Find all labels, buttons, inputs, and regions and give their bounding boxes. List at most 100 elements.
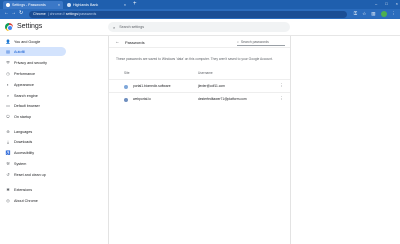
settings-sidebar: 👤 You and Google ▤ Autofill ⛨ Privacy and s…: [0, 36, 104, 244]
reset-icon: ↺: [6, 172, 10, 177]
sidebar-item-system[interactable]: ⚒ System: [0, 159, 66, 168]
sidebar-item-label: Extensions: [14, 187, 33, 192]
sidebar-item-autofill[interactable]: ▤ Autofill: [0, 47, 66, 56]
passwords-title: Passwords: [125, 39, 145, 45]
sidebar-item-performance[interactable]: ◷ Performance: [0, 69, 66, 78]
window-controls: – □ ×: [375, 1, 398, 6]
browser-toolbar: ← → ↻ Chrome | chrome:// settings /passw…: [0, 9, 400, 19]
sidebar-item-label: About Chrome: [14, 198, 38, 203]
settings-header: Settings ⌕ Search settings: [0, 19, 400, 36]
new-tab-button[interactable]: +: [133, 1, 137, 8]
omnibox-scheme: | chrome://: [47, 12, 65, 16]
maximize-icon[interactable]: □: [385, 1, 387, 6]
sidebar-item-label: System: [14, 161, 27, 166]
site-favicon-icon: [124, 84, 128, 89]
close-icon[interactable]: ×: [396, 1, 398, 6]
star-icon[interactable]: ☆: [362, 11, 366, 17]
sidebar-item-label: Languages: [14, 129, 33, 134]
browser-icon: ▭: [6, 103, 10, 108]
download-icon: ⤓: [7, 139, 9, 144]
key-icon[interactable]: ⚿: [354, 11, 357, 16]
sidebar-item-languages[interactable]: ⊕ Languages: [0, 127, 66, 136]
accessibility-icon: ♿: [5, 150, 11, 155]
passwords-description: These passwords are saved to Windows 'da…: [116, 57, 273, 61]
side-panel-icon[interactable]: ▥: [371, 11, 375, 17]
page-title: Settings: [17, 23, 43, 30]
sidebar-item-about-chrome[interactable]: ◎ About Chrome: [0, 196, 66, 205]
sidebar-item-label: Search engine: [14, 93, 38, 98]
password-row[interactable]: webportal.io desterfeditawer71@platform.…: [109, 92, 290, 105]
shield-icon: ⛨: [6, 60, 10, 65]
sidebar-item-on-startup[interactable]: ⏻ On startup: [0, 112, 66, 121]
sidebar-item-reset[interactable]: ↺ Reset and clean up: [0, 170, 66, 179]
sidebar-item-label: Accessibility: [14, 150, 35, 155]
search-settings-input[interactable]: ⌕ Search settings: [108, 22, 290, 32]
sidebar-item-appearance[interactable]: ◐ Appearance: [0, 80, 66, 89]
sidebar-item-label: Reset and clean up: [14, 172, 46, 177]
search-passwords-input[interactable]: ⌕ Search passwords: [237, 39, 285, 46]
search-icon: ⌕: [237, 39, 239, 44]
settings-tab-favicon-icon: [6, 3, 10, 7]
column-header-username: Username: [198, 70, 213, 75]
omnibox-host: settings: [65, 12, 79, 16]
sidebar-item-default-browser[interactable]: ▭ Default browser: [0, 101, 66, 110]
sidebar-item-downloads[interactable]: ⤓ Downloads: [0, 137, 66, 146]
person-icon: 👤: [5, 39, 11, 44]
bank-tab-favicon-icon: [67, 3, 71, 7]
password-username: desterfeditawer71@platform.com: [198, 97, 247, 101]
password-site: portal1.biomedix.software: [133, 84, 171, 88]
sidebar-item-extensions[interactable]: ✱ Extensions: [0, 185, 66, 194]
omnibox-path: /passwords: [78, 12, 97, 16]
sidebar-item-label: Performance: [14, 71, 36, 76]
tab-close-icon[interactable]: ×: [124, 3, 126, 7]
passwords-header: ← Passwords ⌕ Search passwords: [109, 36, 290, 48]
tab-settings[interactable]: Settings - Passwords ×: [3, 1, 63, 9]
sidebar-item-label: Privacy and security: [14, 60, 47, 65]
sidebar-item-label: Default browser: [14, 103, 40, 108]
sidebar-item-label: You and Google: [14, 39, 41, 44]
sidebar-item-label: Appearance: [14, 82, 34, 87]
minimize-icon[interactable]: –: [375, 1, 377, 6]
sidebar-item-search-engine[interactable]: ⌕ Search engine: [0, 91, 66, 100]
sidebar-item-label: On startup: [14, 114, 32, 119]
passwords-panel: ← Passwords ⌕ Search passwords These pas…: [108, 36, 291, 244]
omnibox-origin: Chrome: [33, 12, 46, 16]
password-username: jlexler@cdf11.com: [198, 84, 225, 88]
menu-icon[interactable]: ⋮: [392, 11, 397, 17]
search-icon: ⌕: [6, 93, 10, 98]
tab-close-icon[interactable]: ×: [58, 3, 60, 7]
sidebar-item-you-and-google[interactable]: 👤 You and Google: [0, 37, 66, 46]
password-site: webportal.io: [133, 97, 151, 101]
globe-icon: ⊕: [6, 129, 10, 134]
more-actions-icon[interactable]: ⋮: [279, 83, 284, 89]
back-arrow-icon[interactable]: ←: [4, 10, 9, 16]
sidebar-item-privacy[interactable]: ⛨ Privacy and security: [0, 58, 66, 67]
address-bar[interactable]: Chrome | chrome:// settings /passwords: [29, 10, 347, 18]
forward-arrow-icon[interactable]: →: [11, 10, 16, 16]
site-favicon-icon: [124, 97, 128, 102]
autofill-icon: ▤: [6, 49, 10, 54]
speedometer-icon: ◷: [6, 71, 10, 76]
power-icon: ⏻: [6, 114, 10, 119]
search-passwords-placeholder: Search passwords: [240, 39, 269, 44]
sidebar-item-label: Downloads: [14, 139, 33, 144]
puzzle-icon: ✱: [6, 187, 10, 192]
back-arrow-icon[interactable]: ←: [115, 39, 120, 44]
toolbar-icons: ⚿ ☆ ▥ ⋮: [354, 10, 397, 17]
palette-icon: ◐: [6, 82, 10, 87]
tab-strip: Settings - Passwords × Highlands Bank × …: [0, 0, 400, 9]
sidebar-item-accessibility[interactable]: ♿ Accessibility: [0, 148, 66, 157]
password-row[interactable]: portal1.biomedix.software jlexler@cdf11.…: [109, 79, 290, 92]
search-placeholder: Search settings: [119, 25, 145, 29]
search-icon: ⌕: [113, 24, 116, 30]
tab-title: Highlands Bank: [73, 3, 99, 7]
column-header-site: Site: [124, 70, 130, 75]
profile-avatar[interactable]: [380, 10, 387, 17]
chrome-logo-icon: [5, 23, 13, 31]
tab-title: Settings - Passwords: [12, 3, 46, 7]
reload-icon[interactable]: ↻: [19, 10, 23, 16]
wrench-icon: ⚒: [6, 161, 10, 166]
sidebar-item-label: Autofill: [14, 49, 26, 54]
more-actions-icon[interactable]: ⋮: [279, 96, 284, 102]
tab-highlands-bank[interactable]: Highlands Bank ×: [64, 1, 129, 9]
